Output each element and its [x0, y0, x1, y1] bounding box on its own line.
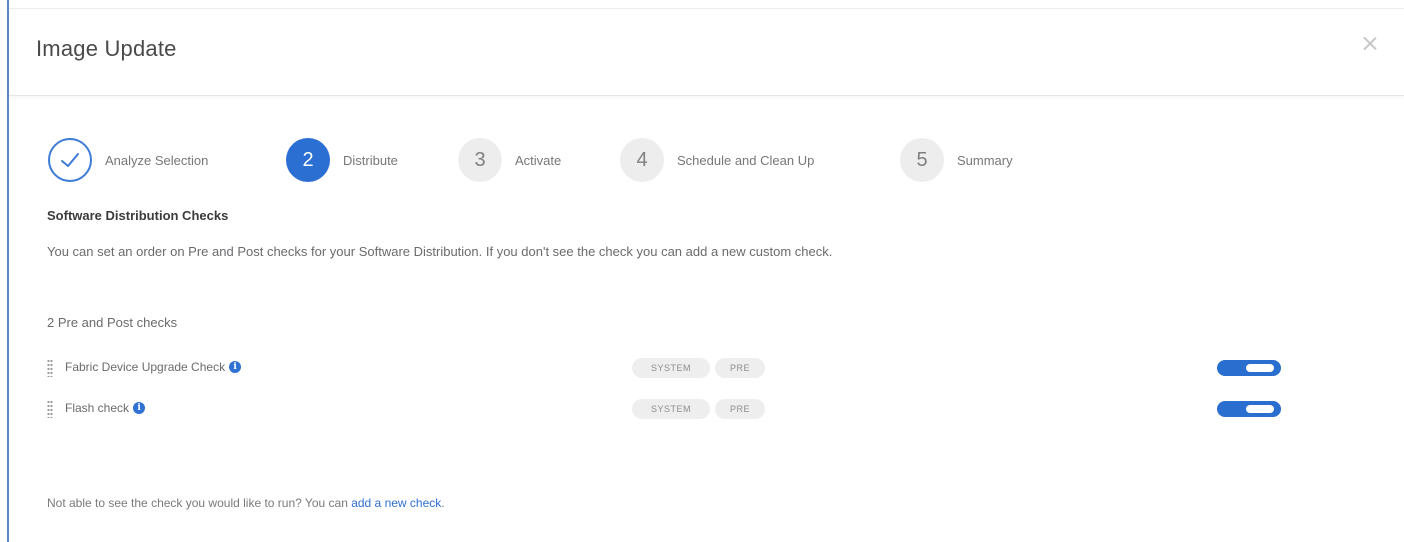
enable-toggle[interactable]: [1217, 360, 1281, 376]
add-new-check-link[interactable]: add a new check: [351, 496, 441, 510]
footer-prompt: Not able to see the check you would like…: [47, 496, 352, 510]
step-schedule-and-clean-up[interactable]: 4 Schedule and Clean Up: [620, 137, 814, 183]
step-number-circle: 4: [620, 138, 664, 182]
checks-count-label: 2 Pre and Post checks: [47, 315, 178, 330]
step-label: Activate: [515, 152, 562, 168]
footer-suffix: .: [441, 496, 445, 510]
step-label: Distribute: [343, 152, 398, 168]
check-name: Fabric Device Upgrade Check i: [65, 360, 242, 374]
toggle-knob: [1246, 405, 1274, 413]
toggle-knob: [1246, 364, 1274, 372]
dialog-header: Image Update: [9, 9, 1404, 96]
tag-system: SYSTEM: [632, 399, 710, 419]
footer-note: Not able to see the check you would like…: [47, 496, 445, 510]
step-completed-circle: [48, 138, 92, 182]
step-analyze-selection[interactable]: Analyze Selection: [48, 137, 208, 183]
step-number-circle: 3: [458, 138, 502, 182]
dialog-title: Image Update: [36, 36, 177, 61]
step-distribute[interactable]: 2 Distribute: [286, 137, 398, 183]
check-row-flash-check: Flash check i SYSTEM PRE: [47, 397, 1287, 423]
tag-pre: PRE: [715, 399, 765, 419]
tag-pre: PRE: [715, 358, 765, 378]
check-name-text: Fabric Device Upgrade Check: [65, 360, 226, 374]
step-summary[interactable]: 5 Summary: [900, 137, 1013, 183]
tag-system: SYSTEM: [632, 358, 710, 378]
info-icon[interactable]: i: [133, 402, 146, 414]
step-label: Analyze Selection: [105, 152, 209, 168]
drag-handle-icon[interactable]: [47, 359, 53, 377]
section-description: You can set an order on Pre and Post che…: [47, 244, 833, 259]
section-title: Software Distribution Checks: [47, 208, 229, 223]
step-number-circle: 5: [900, 138, 944, 182]
close-icon[interactable]: [1362, 35, 1378, 51]
check-row-fabric-device-upgrade: Fabric Device Upgrade Check i SYSTEM PRE: [47, 356, 1287, 382]
enable-toggle[interactable]: [1217, 401, 1281, 417]
drag-handle-icon[interactable]: [47, 400, 53, 418]
check-name: Flash check i: [65, 401, 146, 415]
step-number-circle: 2: [286, 138, 330, 182]
check-name-text: Flash check: [65, 401, 130, 415]
step-label: Schedule and Clean Up: [677, 152, 815, 168]
wizard-stepper: Analyze Selection 2 Distribute 3 Activat…: [48, 137, 1148, 183]
checkmark-icon: [61, 153, 79, 167]
step-activate[interactable]: 3 Activate: [458, 137, 561, 183]
step-label: Summary: [957, 152, 1013, 168]
info-icon[interactable]: i: [229, 361, 242, 373]
